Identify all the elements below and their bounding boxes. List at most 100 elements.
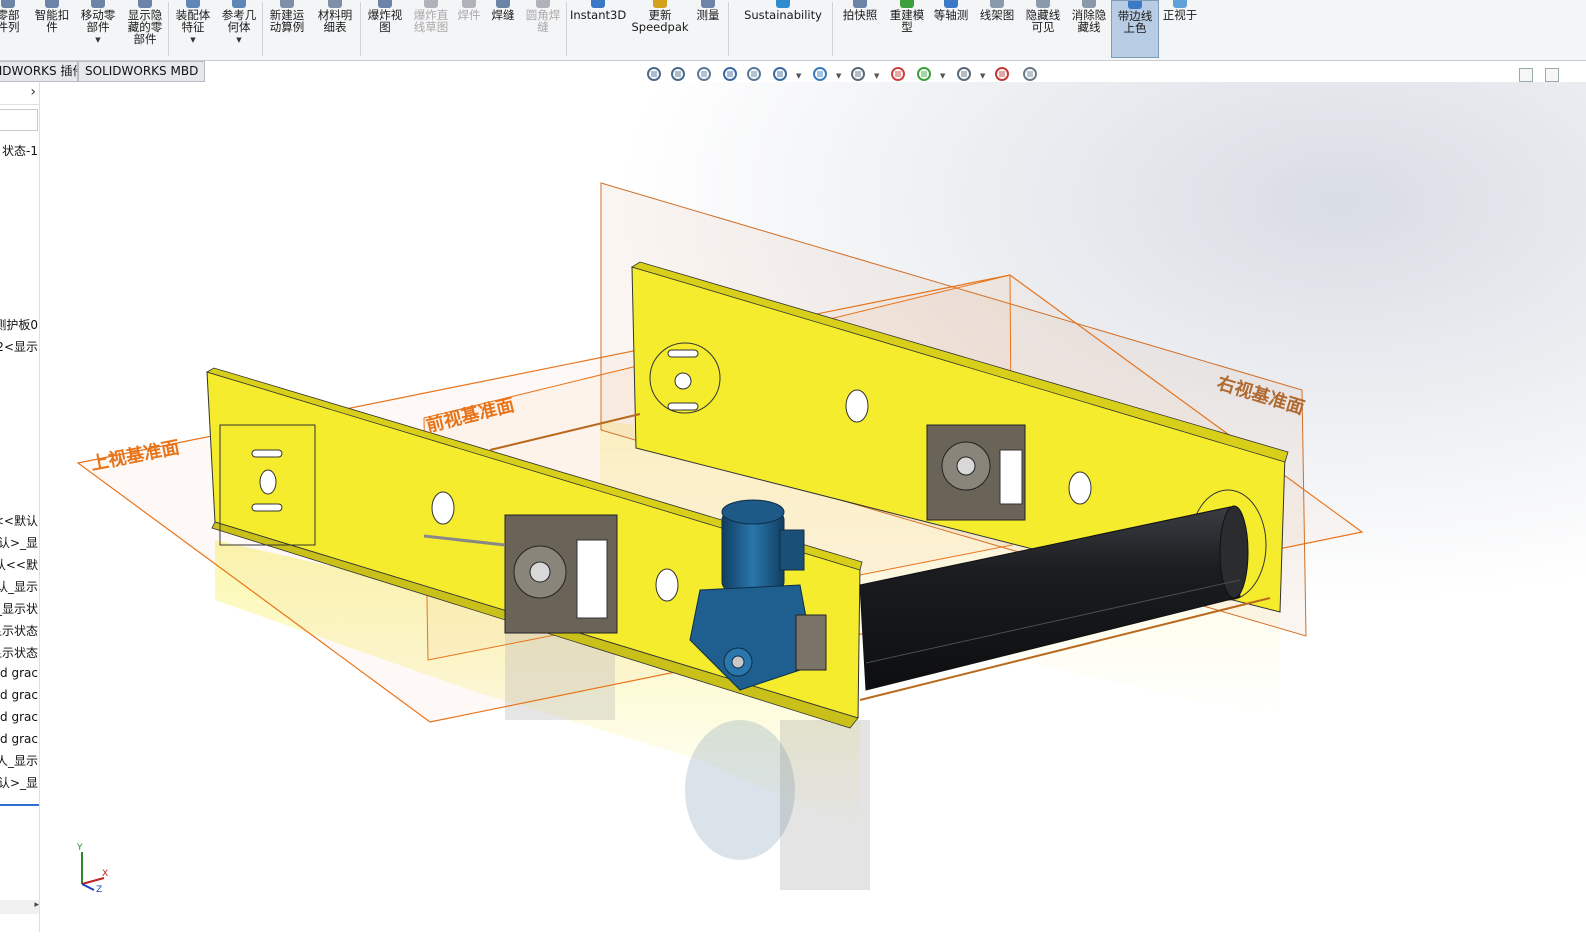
view-settings-icon[interactable]	[954, 64, 974, 84]
fillet-bead-icon	[536, 0, 550, 8]
ribbon-button-label: 爆炸视 图	[367, 8, 403, 34]
normal-to-icon	[1173, 0, 1187, 8]
ribbon-button-move-component[interactable]: 移动零 部件 ▼	[76, 0, 120, 58]
ribbon-button-label: 零部 件列	[0, 8, 20, 34]
motion-study-icon	[280, 0, 294, 8]
ribbon-button-label: 显示隐 藏的零 部件	[127, 8, 163, 46]
tree-item[interactable]: 02<显示	[0, 338, 38, 355]
chevron-down-icon[interactable]: ▼	[940, 72, 945, 80]
chevron-down-icon[interactable]: ▼	[836, 72, 841, 80]
ribbon-button-hidden-lines-removed[interactable]: 消除隐 藏线	[1066, 0, 1112, 58]
chevron-down-icon[interactable]: ▼	[874, 72, 879, 80]
ribbon-button-sustainability[interactable]: Sustainability	[736, 0, 830, 58]
tree-item-label: ad grac	[0, 732, 38, 746]
ribbon-button-assembly-feature[interactable]: 装配体 特征 ▼	[170, 0, 216, 58]
tree-item-label: 默认_显示	[0, 580, 38, 594]
tree-item[interactable]: ad grac	[0, 666, 38, 680]
section-view-icon[interactable]	[720, 64, 740, 84]
chevron-right-icon[interactable]: ›	[30, 84, 36, 100]
ribbon-button-label: 拍快照	[842, 8, 878, 22]
ribbon-button-label: 消除隐 藏线	[1071, 8, 1107, 34]
ribbon-button-label: 等轴测	[933, 8, 969, 22]
ribbon-button-wireframe[interactable]: 线架图	[976, 0, 1018, 58]
tree-item[interactable]: 人_显示	[0, 752, 38, 769]
tree-item-label: ad grac	[0, 666, 38, 680]
previous-view-icon[interactable]	[694, 64, 714, 84]
ribbon-button-reference-geometry[interactable]: 参考几 何体 ▼	[216, 0, 262, 58]
zoom-to-area-icon[interactable]	[668, 64, 688, 84]
apply-scene-icon[interactable]	[914, 64, 934, 84]
zoom-to-fit-icon[interactable]	[644, 64, 664, 84]
explode-line-icon	[424, 0, 438, 8]
tile-right-button[interactable]	[1545, 68, 1559, 82]
ribbon-button-rebuild[interactable]: 重建模 型	[884, 0, 930, 58]
tree-item[interactable]: 侧护板0	[0, 316, 38, 333]
tree-item[interactable]: ad grac	[0, 732, 38, 746]
tree-item[interactable]: 认<<默	[0, 556, 38, 573]
ribbon-button-normal-to[interactable]: 正视于	[1158, 0, 1202, 58]
edit-appearance-icon[interactable]	[888, 64, 908, 84]
ribbon-button-weld-bead[interactable]: 焊缝	[486, 0, 520, 58]
ribbon-button-hidden-lines-visible[interactable]: 隐藏线 可见	[1020, 0, 1066, 58]
ribbon-button-shaded-with-edges[interactable]: 带边线 上色	[1111, 0, 1159, 58]
tree-item[interactable]: 显示状态	[0, 622, 38, 639]
search-icon[interactable]	[1020, 64, 1040, 84]
display-style-icon[interactable]	[810, 64, 830, 84]
show-hidden-icon	[138, 0, 152, 8]
tab-solidworks-addins[interactable]: SOLIDWORKS 插件	[0, 61, 78, 82]
tree-item[interactable]: <<默认	[0, 512, 38, 529]
rendering-tools-icon[interactable]	[992, 64, 1012, 84]
rebuild-icon	[900, 0, 914, 8]
panel-header: ›	[0, 82, 39, 105]
tree-item[interactable]: 默认_显示	[0, 578, 38, 595]
chevron-down-icon[interactable]: ▼	[170, 34, 216, 46]
ribbon-button-smart-fastener[interactable]: 智能扣 件	[32, 0, 72, 58]
tree-item[interactable]: 默认>_显	[0, 774, 38, 791]
tree-item[interactable]: ad grac	[0, 710, 38, 724]
ribbon-button-fillet-bead[interactable]: 圆角焊 缝	[520, 0, 566, 58]
ribbon-button-explode-line[interactable]: 爆炸直 线草图	[408, 0, 454, 58]
chevron-down-icon[interactable]: ▼	[216, 34, 262, 46]
ribbon-button-label: 重建模 型	[889, 8, 925, 34]
ribbon-button-label: 装配体 特征	[175, 8, 211, 34]
ribbon-button-instant3d[interactable]: Instant3D	[570, 0, 626, 58]
chevron-down-icon[interactable]: ▼	[76, 34, 120, 46]
dynamic-annotation-icon[interactable]	[744, 64, 764, 84]
model-scene: 上视基准面 前视基准面 右视基准面 Y X Z	[76, 182, 1364, 895]
ribbon-button-motion-study[interactable]: 新建运 动算例	[264, 0, 310, 58]
tree-item[interactable]: _显示状	[0, 600, 38, 617]
reference-geometry-icon	[232, 0, 246, 8]
ribbon-button-speedpak[interactable]: 更新 Speedpak	[630, 0, 690, 58]
view-orientation-icon[interactable]	[770, 64, 790, 84]
ribbon-button-snapshot[interactable]: 拍快照	[838, 0, 882, 58]
ribbon-button-pattern[interactable]: 零部 件列	[0, 0, 30, 58]
tree-item[interactable]: 显示状态	[0, 644, 38, 661]
ribbon-button-isometric[interactable]: 等轴测	[930, 0, 972, 58]
tree-filter-field[interactable]	[0, 109, 38, 131]
ribbon-separator	[728, 2, 729, 56]
ribbon-button-label: 线架图	[979, 8, 1015, 22]
ribbon-button-label: 带边线 上色	[1117, 9, 1153, 35]
tab-solidworks-mbd[interactable]: SOLIDWORKS MBD	[78, 61, 206, 82]
ribbon-button-bom[interactable]: 材料明 细表	[312, 0, 358, 58]
smart-fastener-icon	[45, 0, 59, 8]
ribbon-button-show-hidden[interactable]: 显示隐 藏的零 部件	[122, 0, 168, 58]
tree-item-label: 默认>_显	[0, 536, 38, 550]
ribbon-button-explode[interactable]: 爆炸视 图	[362, 0, 408, 58]
tree-item-label: ad grac	[0, 710, 38, 724]
ribbon-button-measure[interactable]: 测量	[692, 0, 724, 58]
chevron-down-icon[interactable]: ▼	[796, 72, 801, 80]
ribbon-button-weldment[interactable]: 焊件	[454, 0, 484, 58]
tab-label: SOLIDWORKS MBD	[85, 64, 199, 78]
instant3d-icon	[591, 0, 605, 8]
graphics-viewport[interactable]: 上视基准面 前视基准面 右视基准面 Y X Z	[40, 82, 1586, 943]
hide-show-items-icon[interactable]	[848, 64, 868, 84]
tree-item[interactable]: ad grac	[0, 688, 38, 702]
chevron-down-icon[interactable]: ▼	[980, 72, 985, 80]
command-manager-ribbon: 零部 件列 智能扣 件移动零 部件 ▼ 显示隐 藏的零 部件 装配体 特征 ▼ 参考几 何体…	[0, 0, 1586, 61]
assembly-feature-icon	[186, 0, 200, 8]
tree-item[interactable]: 默认>_显	[0, 534, 38, 551]
tile-left-button[interactable]	[1519, 68, 1533, 82]
horizontal-scrollbar[interactable]: ▸	[0, 900, 39, 914]
tree-item[interactable]: 状态-1	[0, 142, 38, 159]
